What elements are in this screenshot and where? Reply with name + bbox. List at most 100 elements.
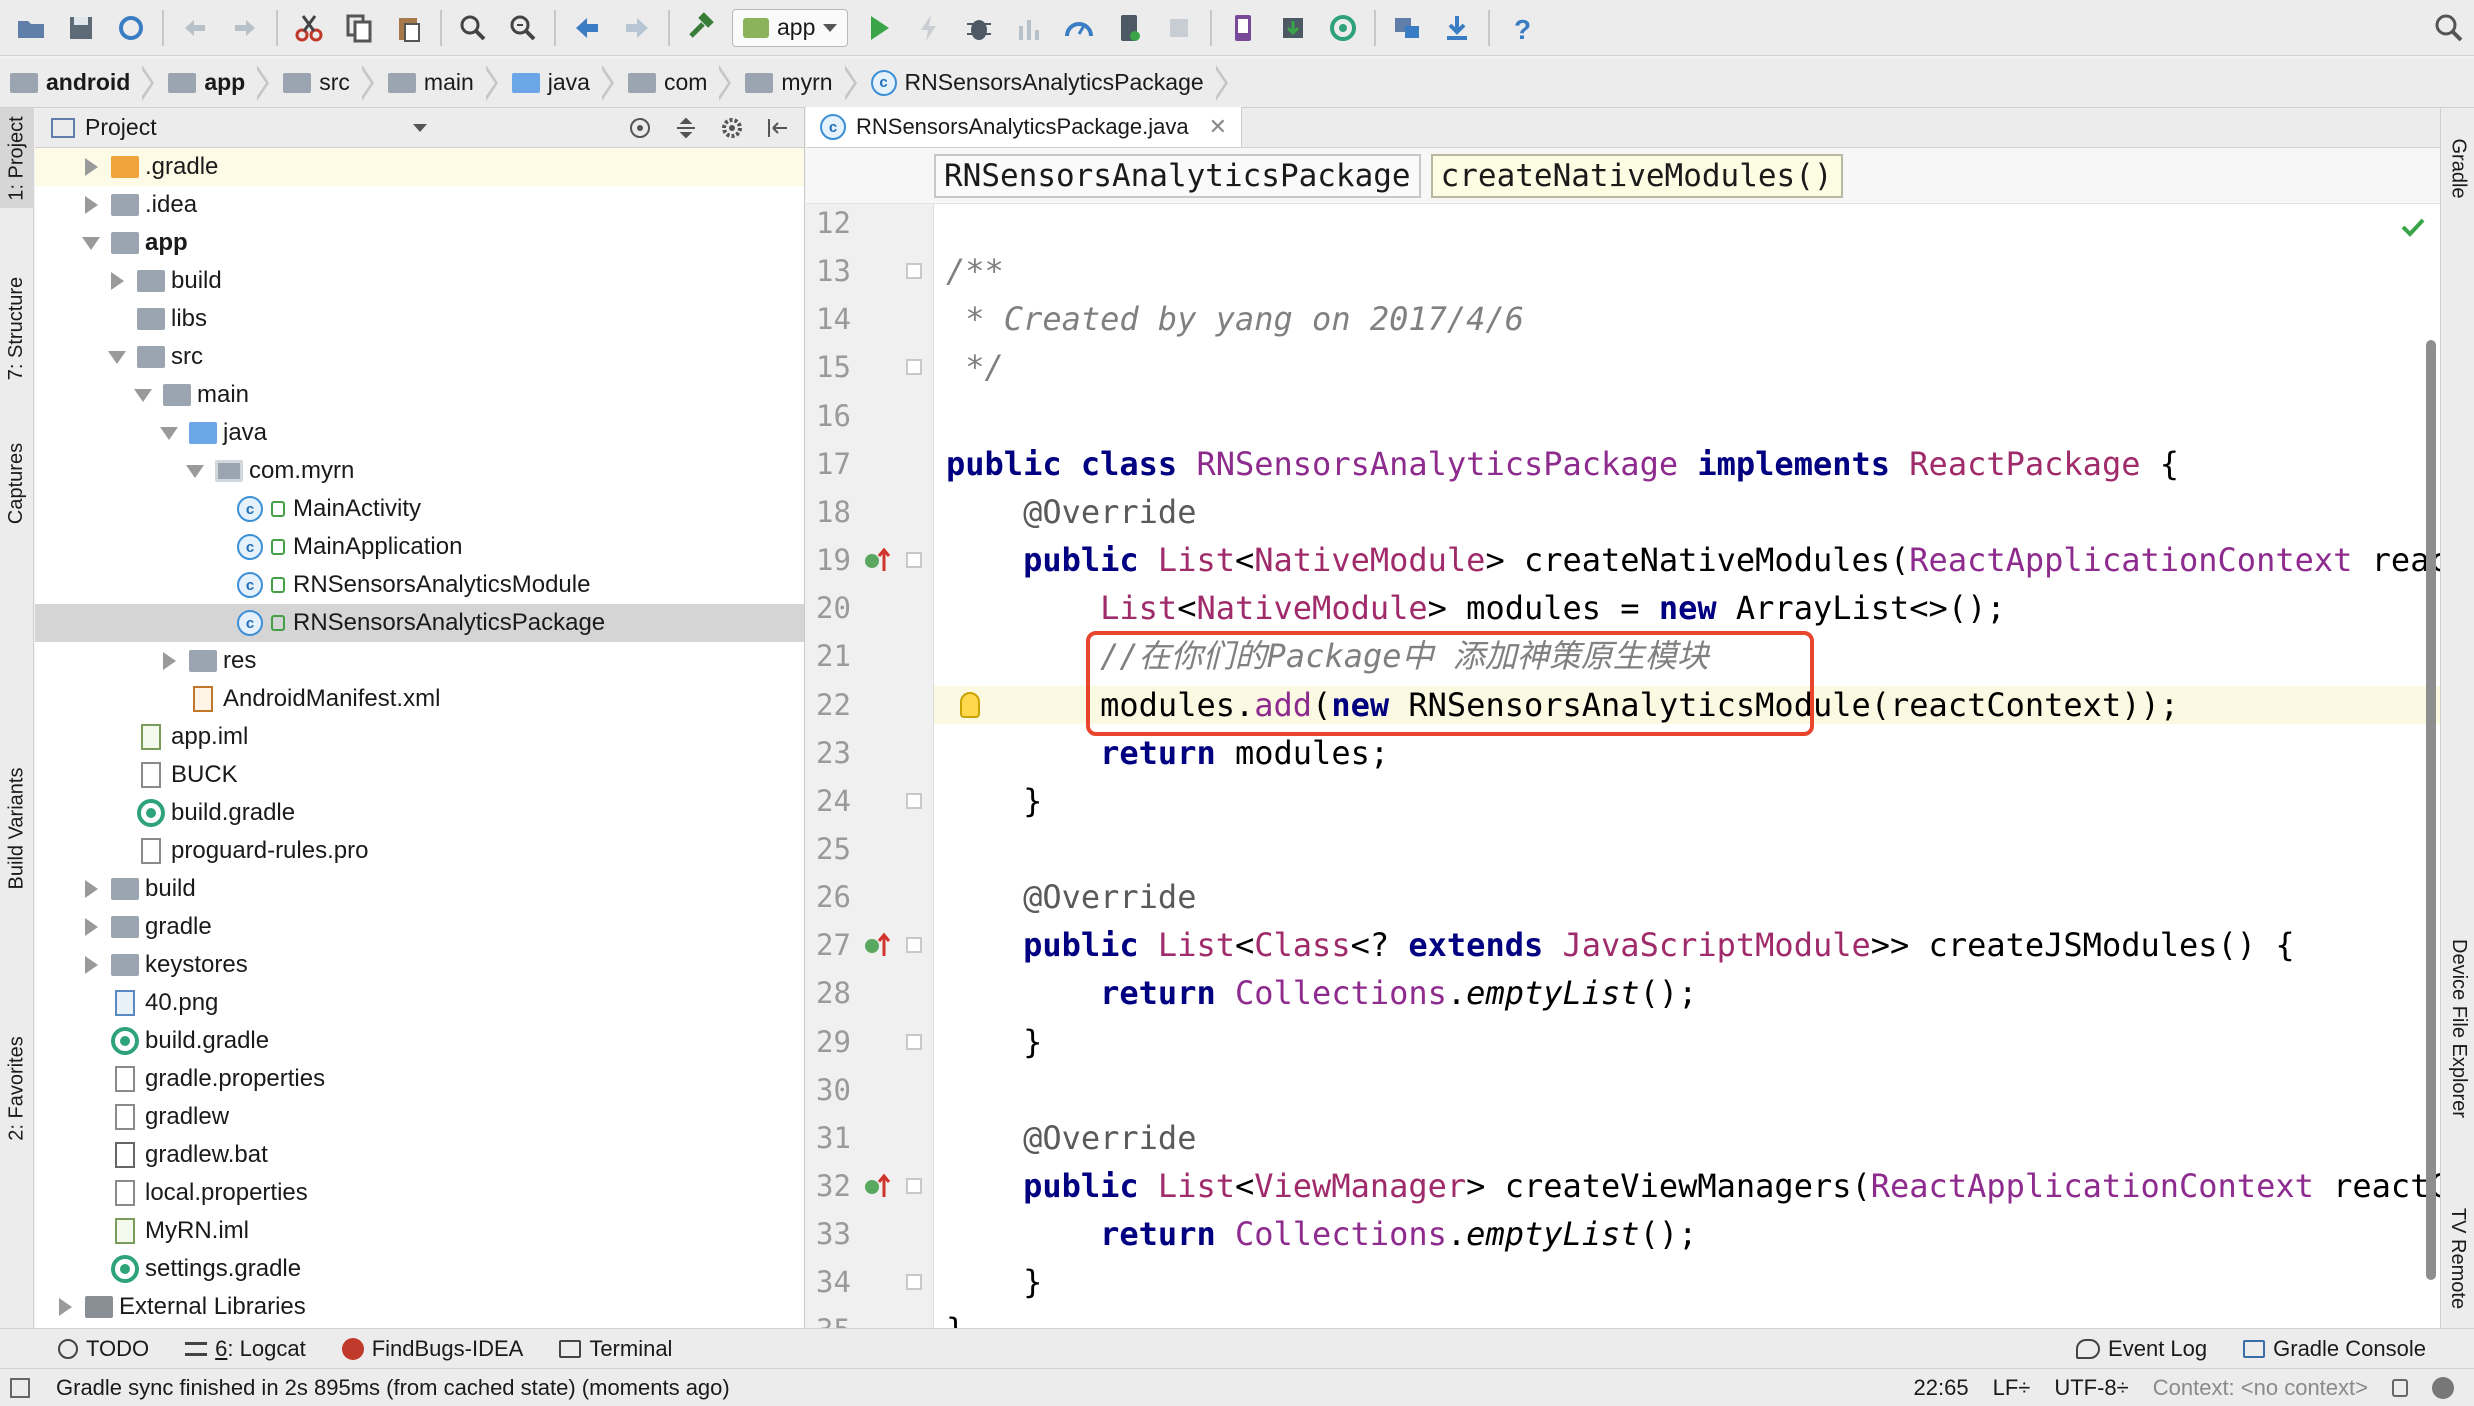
expand-arrow-icon[interactable] [157, 649, 181, 673]
fold-marker-icon[interactable] [906, 1274, 922, 1291]
sync-icon[interactable] [106, 5, 156, 51]
download-icon[interactable] [1432, 5, 1482, 51]
project-view-select[interactable]: Project [85, 114, 157, 141]
tool-tab-captures[interactable]: Captures [0, 418, 34, 548]
run-config-select[interactable]: app [732, 8, 849, 47]
tool-tab-logcat[interactable]: 6: Logcat [167, 1329, 324, 1369]
tool-tab-gradle[interactable]: Gradle [2441, 108, 2474, 228]
tree-item[interactable]: c RNSensorsAnalyticsModule [35, 566, 804, 604]
tree-item[interactable]: java [35, 414, 804, 452]
profile-icon[interactable] [1004, 5, 1054, 51]
tree-item[interactable]: .idea [35, 186, 804, 224]
tree-item[interactable]: local.properties [35, 1174, 804, 1212]
tree-item[interactable]: AndroidManifest.xml [35, 680, 804, 718]
breadcrumb-item[interactable]: main [387, 58, 512, 108]
save-icon[interactable] [56, 5, 106, 51]
expand-arrow-icon[interactable] [79, 877, 103, 901]
expand-arrow-icon[interactable] [105, 269, 129, 293]
tool-tab-structure[interactable]: 7: Structure [0, 258, 34, 398]
undo-icon[interactable] [170, 5, 220, 51]
tree-item[interactable]: settings.gradle [35, 1250, 804, 1288]
tool-tab-device-file-explorer[interactable]: Device File Explorer [2441, 908, 2474, 1148]
hector-icon[interactable] [2432, 1377, 2454, 1399]
breadcrumb-item[interactable]: myrn [745, 58, 870, 108]
fold-marker-icon[interactable] [906, 552, 922, 569]
sdk-manager-icon[interactable] [1268, 5, 1318, 51]
lock-icon[interactable] [2392, 1379, 2408, 1397]
toggle-tool-windows-icon[interactable] [10, 1378, 30, 1398]
tool-tab-gradle-console[interactable]: Gradle Console [2225, 1329, 2444, 1369]
tree-item[interactable]: .gradle [35, 148, 804, 186]
tool-tab-todo[interactable]: TODO [40, 1329, 167, 1369]
tree-item[interactable]: proguard-rules.pro [35, 832, 804, 870]
tree-item[interactable]: libs [35, 300, 804, 338]
tool-tab-project[interactable]: 1: Project [0, 108, 34, 208]
code-breadcrumb-method[interactable]: createNativeModules() [1430, 153, 1843, 198]
help-icon[interactable]: ? [1496, 5, 1546, 51]
gear-icon[interactable] [716, 112, 748, 144]
expand-arrow-icon[interactable] [79, 155, 103, 179]
stop-icon[interactable] [1154, 5, 1204, 51]
collapse-all-icon[interactable] [670, 112, 702, 144]
chevron-down-icon[interactable] [412, 123, 427, 132]
apply-changes-icon[interactable] [904, 5, 954, 51]
override-marker-icon[interactable] [864, 547, 894, 573]
fold-marker-icon[interactable] [906, 263, 922, 280]
redo-icon[interactable] [220, 5, 270, 51]
editor-scrollbar[interactable] [2426, 340, 2436, 1280]
code-area[interactable]: 12 13/** 14 * Created by yang on 2017/4/6 1… [806, 204, 2440, 1328]
android-device-icon[interactable] [1104, 5, 1154, 51]
caret-position[interactable]: 22:65 [1914, 1375, 1969, 1401]
tree-item[interactable]: gradle [35, 908, 804, 946]
tree-item[interactable]: External Libraries [35, 1288, 804, 1326]
tree-item[interactable]: build.gradle [35, 1022, 804, 1060]
tree-item[interactable]: app.iml [35, 718, 804, 756]
code-breadcrumb-class[interactable]: RNSensorsAnalyticsPackage [934, 153, 1421, 198]
find-icon[interactable] [448, 5, 498, 51]
fold-marker-icon[interactable] [906, 937, 922, 954]
tree-item[interactable]: MyRN.iml [35, 1212, 804, 1250]
context-indicator[interactable]: Context: <no context> [2153, 1375, 2368, 1401]
tool-tab-terminal[interactable]: Terminal [541, 1329, 690, 1369]
close-icon[interactable]: ✕ [1209, 114, 1227, 140]
tree-item[interactable]: main [35, 376, 804, 414]
paste-icon[interactable] [384, 5, 434, 51]
fold-marker-icon[interactable] [906, 792, 922, 809]
inspection-ok-icon[interactable] [2400, 214, 2426, 240]
editor-tab[interactable]: c RNSensorsAnalyticsPackage.java ✕ [806, 107, 1243, 147]
tree-item[interactable]: app [35, 224, 804, 262]
tree-item[interactable]: gradlew.bat [35, 1136, 804, 1174]
collapse-arrow-icon[interactable] [157, 421, 181, 445]
project-structure-icon[interactable] [1382, 5, 1432, 51]
line-separator[interactable]: LF÷ [1993, 1375, 2031, 1401]
tree-item[interactable]: build [35, 262, 804, 300]
expand-arrow-icon[interactable] [53, 1295, 77, 1319]
tree-item[interactable]: c MainActivity [35, 490, 804, 528]
make-project-icon[interactable] [676, 5, 726, 51]
breadcrumb-item[interactable]: c RNSensorsAnalyticsPackage [870, 58, 1242, 108]
tree-item[interactable]: src [35, 338, 804, 376]
run-icon[interactable] [854, 5, 904, 51]
tree-item[interactable]: res [35, 642, 804, 680]
copy-icon[interactable] [334, 5, 384, 51]
tool-tab-findbugs[interactable]: FindBugs-IDEA [324, 1329, 542, 1369]
tree-item[interactable]: keystores [35, 946, 804, 984]
debug-icon[interactable] [954, 5, 1004, 51]
android-monitor-icon[interactable] [1318, 5, 1368, 51]
tool-tab-event-log[interactable]: Event Log [2058, 1329, 2225, 1369]
back-icon[interactable] [562, 5, 612, 51]
tree-item[interactable]: 40.png [35, 984, 804, 1022]
open-folder-icon[interactable] [6, 5, 56, 51]
collapse-arrow-icon[interactable] [79, 231, 103, 255]
locate-icon[interactable] [624, 112, 656, 144]
tree-item[interactable]: build.gradle [35, 794, 804, 832]
fold-marker-icon[interactable] [906, 359, 922, 376]
tree-item[interactable]: c MainApplication [35, 528, 804, 566]
breadcrumb-item[interactable]: java [511, 58, 628, 108]
fold-marker-icon[interactable] [906, 1033, 922, 1050]
search-everywhere-icon[interactable] [2424, 5, 2474, 51]
breadcrumb-item[interactable]: src [283, 58, 388, 108]
tree-item[interactable]: com.myrn [35, 452, 804, 490]
avd-manager-icon[interactable] [1218, 5, 1268, 51]
tool-tab-tv-remote[interactable]: TV Remote [2441, 1188, 2474, 1328]
